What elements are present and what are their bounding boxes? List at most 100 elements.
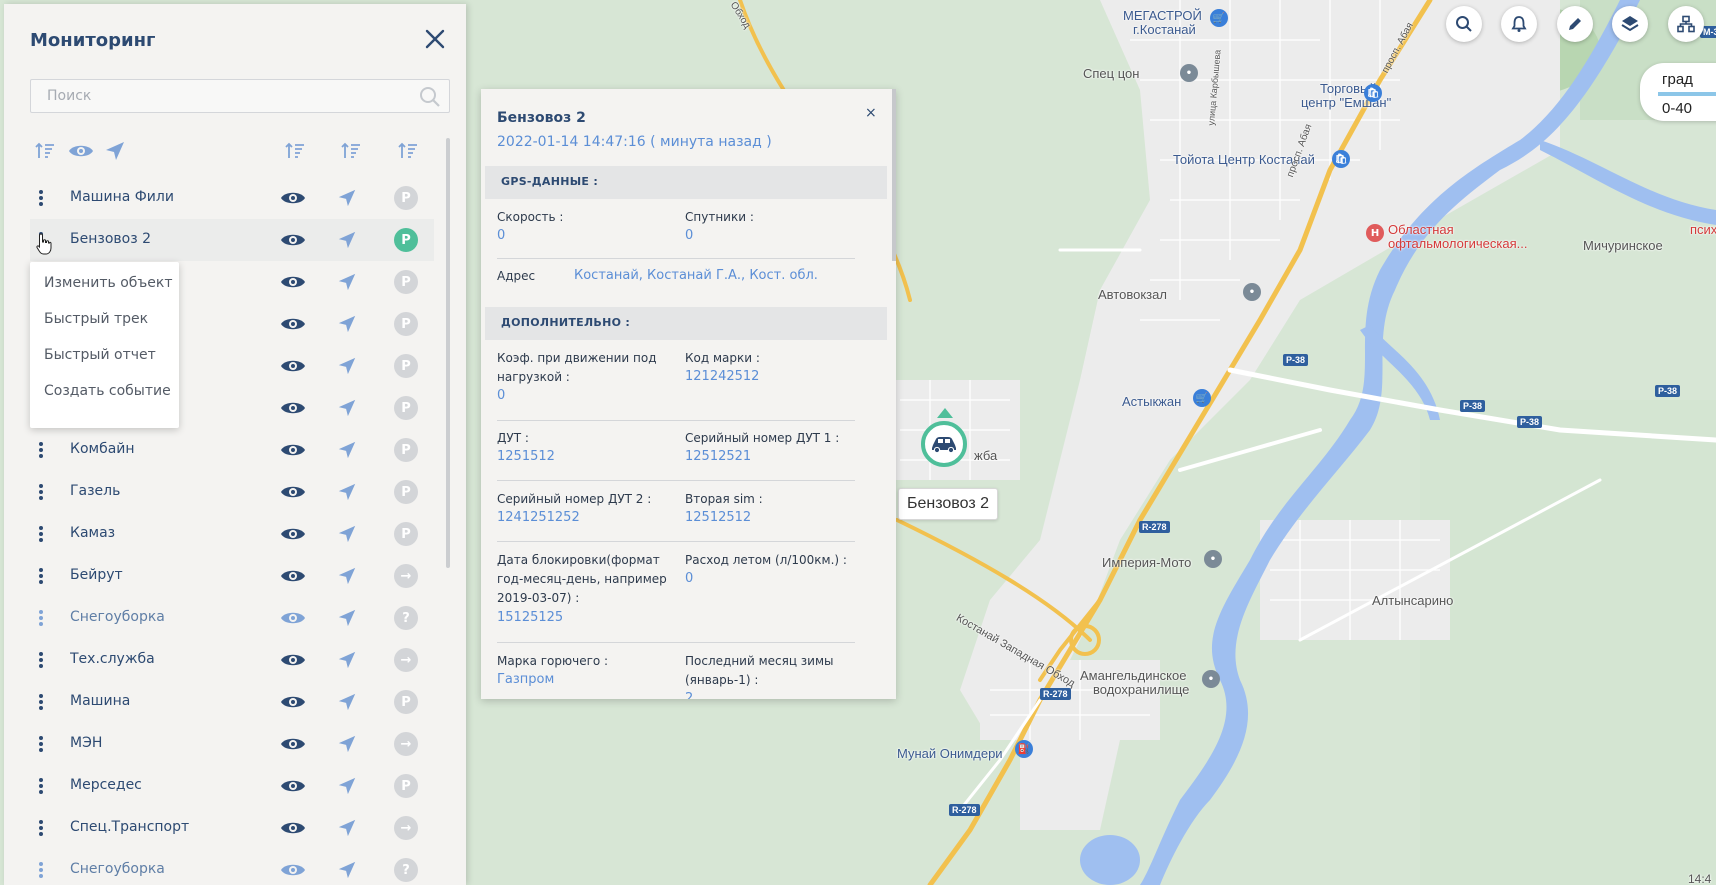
sort-icon[interactable]: [34, 140, 56, 162]
visibility-toggle[interactable]: [280, 273, 306, 295]
poi-amangeldy[interactable]: Амангельдинское: [1080, 668, 1186, 683]
map-search-button[interactable]: [1446, 6, 1482, 42]
poi-altynsarino[interactable]: Алтынсарино: [1372, 593, 1453, 608]
locate-button[interactable]: [337, 650, 357, 674]
poi-astykzhan[interactable]: Астыкжан: [1122, 394, 1181, 409]
visibility-toggle[interactable]: [280, 861, 306, 883]
visibility-toggle[interactable]: [280, 399, 306, 421]
more-icon[interactable]: [38, 525, 44, 543]
poi-oblast[interactable]: Областная: [1388, 222, 1454, 237]
more-icon[interactable]: [38, 567, 44, 585]
list-scrollbar[interactable]: [446, 138, 450, 568]
visibility-toggle[interactable]: [280, 693, 306, 715]
locate-button[interactable]: [337, 272, 357, 296]
visibility-toggle[interactable]: [280, 609, 306, 631]
more-icon[interactable]: [38, 189, 44, 207]
visibility-toggle[interactable]: [280, 483, 306, 505]
menu-item-quick-report[interactable]: Быстрый отчет: [30, 344, 179, 380]
draw-button[interactable]: [1557, 6, 1593, 42]
list-item[interactable]: Бейрут →: [30, 555, 434, 597]
visibility-toggle[interactable]: [280, 819, 306, 841]
speed-legend[interactable]: град 0-40: [1640, 63, 1716, 121]
visibility-toggle[interactable]: [280, 735, 306, 757]
visibility-toggle[interactable]: [280, 651, 306, 673]
poi-psi[interactable]: псих: [1690, 222, 1716, 237]
poi-megastroy[interactable]: МЕГАСТРОЙ: [1123, 8, 1202, 23]
list-item[interactable]: Снегоуборка?: [30, 849, 434, 885]
list-item[interactable]: Мерседес P: [30, 765, 434, 807]
locate-button[interactable]: [337, 440, 357, 464]
more-icon[interactable]: [38, 819, 44, 837]
shop-pin-icon[interactable]: 🛍: [1364, 84, 1382, 102]
notifications-button[interactable]: [1501, 6, 1537, 42]
visibility-toggle[interactable]: [280, 189, 306, 211]
fuel-pin-icon[interactable]: ⛽: [1015, 740, 1033, 758]
list-item[interactable]: Тех.служба →: [30, 639, 434, 681]
layers-button[interactable]: [1612, 6, 1648, 42]
visibility-toggle[interactable]: [280, 357, 306, 379]
list-item[interactable]: Бензовоз 2 P: [30, 219, 434, 261]
close-icon[interactable]: [424, 28, 446, 50]
list-item[interactable]: Камаз P: [30, 513, 434, 555]
search-icon[interactable]: [419, 86, 441, 108]
locate-button[interactable]: [337, 398, 357, 422]
poi-avtovokzal[interactable]: Автовокзал: [1098, 287, 1167, 302]
poi-spec[interactable]: Спец цон: [1083, 66, 1139, 81]
list-item[interactable]: Машина Фили P: [30, 177, 434, 219]
close-icon[interactable]: ×: [865, 105, 877, 121]
list-item[interactable]: Газель P: [30, 471, 434, 513]
shop-pin-icon[interactable]: 🛒: [1193, 389, 1211, 407]
locate-button[interactable]: [337, 188, 357, 212]
locate-button[interactable]: [337, 818, 357, 842]
poi-oblast-2[interactable]: офтальмологическая...: [1388, 236, 1527, 251]
locate-button[interactable]: [337, 356, 357, 380]
more-icon[interactable]: [38, 777, 44, 795]
poi-imperia[interactable]: Империя-Мото: [1102, 555, 1191, 570]
locate-button[interactable]: [337, 524, 357, 548]
locate-button[interactable]: [337, 566, 357, 590]
locate-button[interactable]: [337, 692, 357, 716]
more-icon[interactable]: [38, 651, 44, 669]
more-icon[interactable]: [38, 861, 44, 879]
sort-icon[interactable]: [397, 140, 419, 162]
more-icon[interactable]: [38, 609, 44, 627]
more-icon[interactable]: [38, 441, 44, 459]
eye-icon[interactable]: [68, 140, 94, 162]
navigation-icon[interactable]: [104, 140, 126, 162]
locate-button[interactable]: [337, 482, 357, 506]
menu-item-quick-track[interactable]: Быстрый трек: [30, 308, 179, 344]
more-icon[interactable]: [38, 693, 44, 711]
list-item[interactable]: Снегоуборка?: [30, 597, 434, 639]
list-item[interactable]: Спец.Транспорт →: [30, 807, 434, 849]
locate-button[interactable]: [337, 776, 357, 800]
info-scrollbar[interactable]: [892, 89, 896, 261]
poi-amangeldy-2[interactable]: водохранилище: [1093, 682, 1189, 697]
visibility-toggle[interactable]: [280, 231, 306, 253]
more-icon[interactable]: [38, 735, 44, 753]
vehicle-label[interactable]: Бензовоз 2: [898, 488, 999, 520]
visibility-toggle[interactable]: [280, 525, 306, 547]
place-pin-icon[interactable]: •: [1243, 283, 1261, 301]
place-pin-icon[interactable]: •: [1204, 550, 1222, 568]
sort-icon[interactable]: [340, 140, 362, 162]
locate-button[interactable]: [337, 860, 357, 884]
place-pin-icon[interactable]: •: [1202, 670, 1220, 688]
vehicle-marker[interactable]: [921, 421, 967, 467]
visibility-toggle[interactable]: [280, 567, 306, 589]
sort-icon[interactable]: [284, 140, 306, 162]
search-input[interactable]: [47, 88, 407, 104]
shop-pin-icon[interactable]: 🛍: [1332, 150, 1350, 168]
visibility-toggle[interactable]: [280, 315, 306, 337]
locate-button[interactable]: [337, 314, 357, 338]
hospital-pin-icon[interactable]: H: [1366, 224, 1384, 242]
locate-button[interactable]: [337, 734, 357, 758]
list-item[interactable]: Машина P: [30, 681, 434, 723]
poi-michurin[interactable]: Мичуринское: [1583, 238, 1663, 253]
menu-item-create-event[interactable]: Создать событие: [30, 380, 179, 416]
menu-item-edit-object[interactable]: Изменить объект: [30, 272, 179, 308]
poi-munai[interactable]: Мунай Онимдери: [897, 746, 1003, 761]
network-button[interactable]: [1668, 6, 1704, 42]
locate-button[interactable]: [337, 230, 357, 254]
place-pin-icon[interactable]: •: [1180, 64, 1198, 82]
list-item[interactable]: МЭН →: [30, 723, 434, 765]
